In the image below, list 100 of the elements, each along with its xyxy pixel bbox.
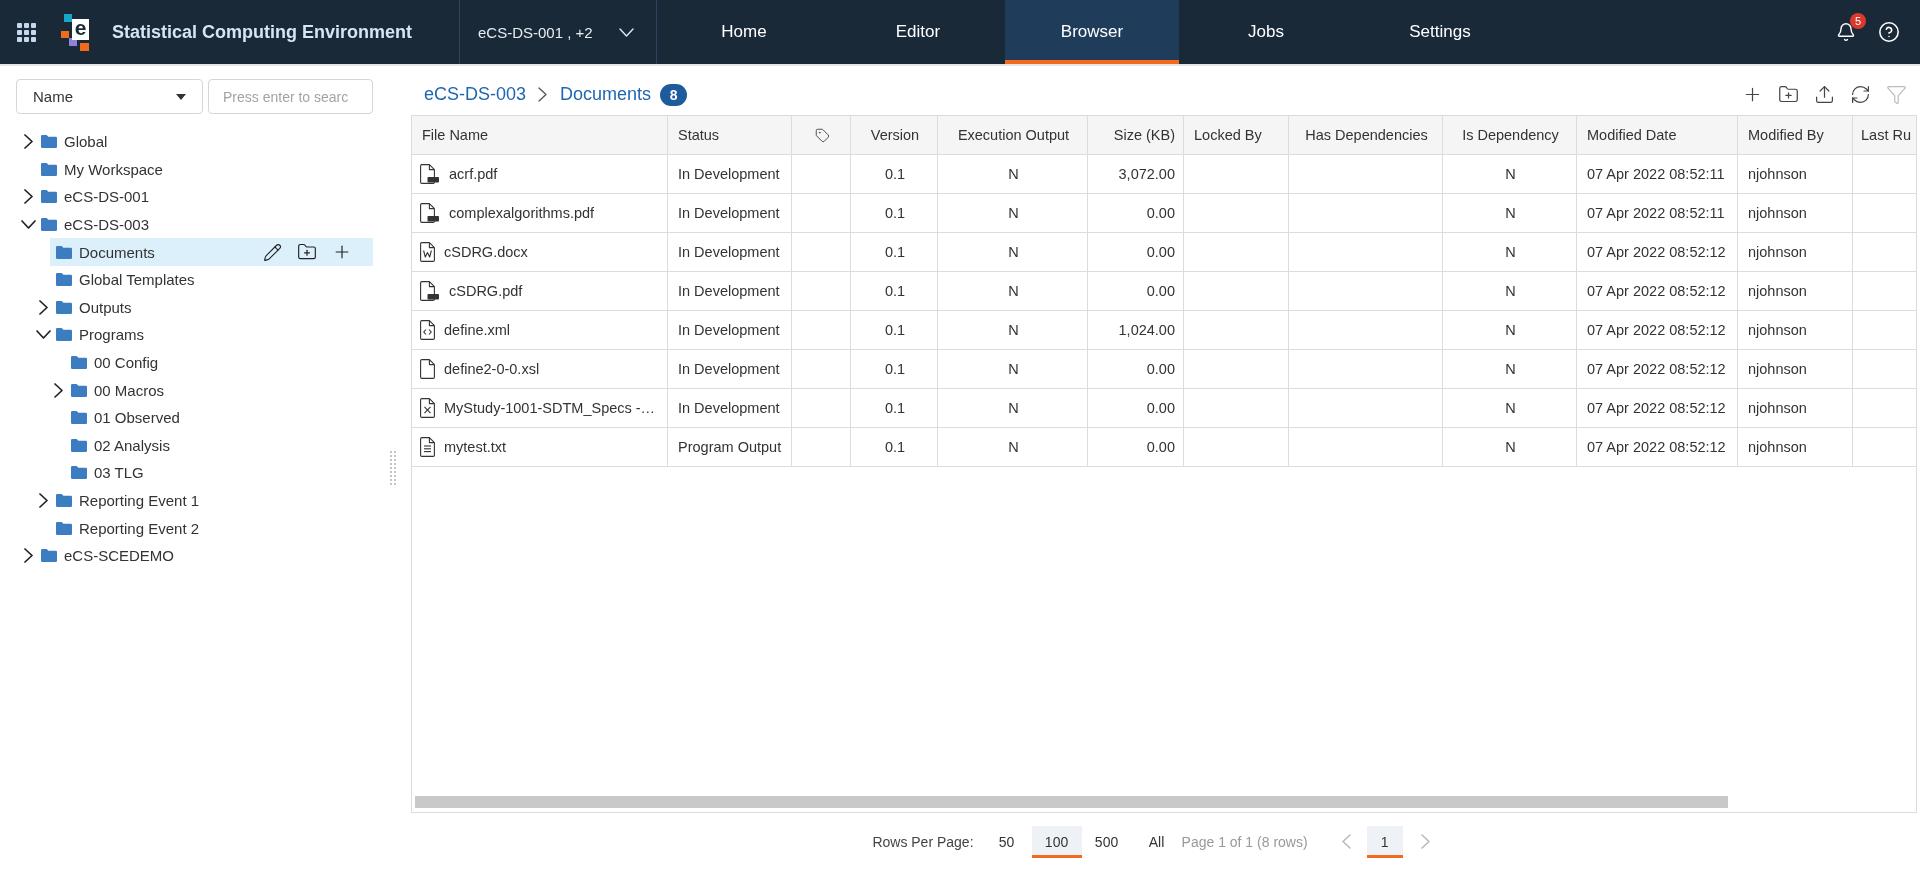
folder-icon (41, 135, 57, 149)
tree-item[interactable]: 01 Observed (65, 403, 373, 432)
column-header[interactable]: Execution Output (938, 116, 1088, 155)
refresh-icon[interactable] (1850, 84, 1871, 105)
tree-item[interactable]: Reporting Event 1 (50, 486, 373, 515)
rows-per-page-label: Rows Per Page: (872, 833, 974, 850)
table-cell: 0.1 (851, 155, 938, 194)
help-icon[interactable] (1878, 21, 1900, 43)
table-cell: In Development (668, 389, 792, 428)
tree-item[interactable]: Global (35, 128, 373, 156)
table-cell: njohnson (1738, 233, 1853, 272)
page-button[interactable]: 1 (1366, 825, 1403, 858)
search-field[interactable]: Press enter to searc (208, 79, 373, 114)
table-cell: N (1443, 272, 1577, 311)
column-header[interactable]: Modified By (1738, 116, 1853, 155)
table-cell: In Development (668, 272, 792, 311)
column-header[interactable]: Modified Date (1577, 116, 1738, 155)
breadcrumb-current[interactable]: Documents (560, 84, 652, 105)
nav-tab[interactable]: Home (657, 0, 831, 64)
file-code-icon (420, 320, 435, 340)
table-cell: njohnson (1738, 428, 1853, 467)
column-header[interactable]: Status (668, 116, 792, 155)
file-name[interactable]: cSDRG.pdf (449, 283, 523, 299)
file-name[interactable]: cSDRG.docx (444, 244, 528, 260)
table-cell: N (1443, 311, 1577, 350)
tag-icon (814, 127, 830, 143)
file-name[interactable]: mytest.txt (444, 439, 507, 455)
column-header[interactable]: Has Dependencies (1289, 116, 1443, 155)
chevron-right-icon[interactable] (23, 134, 33, 150)
page-size-option[interactable]: All (1131, 825, 1182, 858)
tree-item[interactable]: Reporting Event 2 (50, 514, 373, 542)
breadcrumb-link[interactable]: eCS-DS-003 (424, 84, 527, 105)
table-cell: 07 Apr 2022 08:52:12 (1577, 428, 1738, 467)
nav-tab[interactable]: Jobs (1179, 0, 1353, 64)
column-header[interactable]: File Name (412, 116, 668, 155)
chevron-right-icon[interactable] (53, 382, 63, 398)
column-header[interactable]: Last Ru (1853, 116, 1916, 155)
tree-item[interactable]: Programs (50, 321, 373, 349)
table-cell: 0.1 (851, 389, 938, 428)
file-name[interactable]: define2-0-0.xsl (444, 361, 540, 377)
tree-item[interactable]: 03 TLG (65, 459, 373, 487)
pencil-icon[interactable] (263, 242, 282, 262)
nav-tab[interactable]: Browser (1005, 0, 1179, 64)
tree-item[interactable]: Global Templates (50, 265, 373, 294)
chevron-right-icon[interactable] (38, 299, 48, 315)
table-cell: njohnson (1738, 350, 1853, 389)
sort-select[interactable]: Name (16, 79, 203, 114)
chevron-right-icon[interactable] (23, 189, 33, 205)
table-cell: N (1443, 194, 1577, 233)
chevron-right-icon[interactable] (38, 493, 48, 508)
page-size-option[interactable]: 50 (981, 825, 1032, 858)
page-size-option[interactable]: 100 (1031, 825, 1082, 858)
tree-item[interactable]: Documents (50, 238, 373, 266)
table-cell: N (938, 194, 1088, 233)
tree-item[interactable]: 02 Analysis (65, 431, 373, 460)
column-header[interactable]: Is Dependency (1443, 116, 1577, 155)
table-cell: N (938, 428, 1088, 467)
table-cell: N (1443, 155, 1577, 194)
table-cell: 07 Apr 2022 08:52:12 (1577, 272, 1738, 311)
table-cell: In Development (668, 311, 792, 350)
nav-tab[interactable]: Settings (1353, 0, 1527, 64)
column-header[interactable]: Version (851, 116, 938, 155)
nav-tab[interactable]: Editor (831, 0, 1005, 64)
tree-item[interactable]: 00 Macros (65, 376, 373, 404)
chevron-right-icon[interactable] (23, 548, 33, 564)
tree-item[interactable]: My Workspace (35, 155, 373, 184)
tree-item[interactable]: eCS-SCEDEMO (35, 541, 373, 570)
table-cell (792, 428, 851, 467)
horizontal-scrollbar[interactable] (415, 796, 1728, 808)
table-cell: 07 Apr 2022 08:52:11 (1577, 194, 1738, 233)
page-size-option[interactable]: 500 (1081, 825, 1132, 858)
file-name[interactable]: acrf.pdf (449, 166, 498, 182)
project-selector[interactable]: eCS-DS-001 , +2 (459, 0, 657, 64)
chevron-right-icon (538, 87, 548, 102)
file-name[interactable]: define.xml (444, 322, 511, 338)
column-header[interactable]: Locked By (1184, 116, 1289, 155)
tree-item[interactable]: eCS-DS-001 (35, 183, 373, 211)
tree-item[interactable]: Outputs (50, 293, 373, 322)
folder-icon (71, 411, 87, 425)
upload-icon[interactable] (1814, 84, 1835, 105)
chevron-down-icon[interactable] (20, 220, 36, 230)
chevron-down-icon[interactable] (35, 330, 51, 340)
count-badge: 8 (660, 83, 688, 106)
drag-handle[interactable] (390, 449, 396, 487)
table-cell: njohnson (1738, 311, 1853, 350)
apps-grid-icon[interactable] (17, 22, 36, 42)
bell-icon[interactable] (1836, 22, 1856, 42)
tree-item[interactable]: eCS-DS-003 (35, 210, 373, 239)
table-cell (792, 233, 851, 272)
app-title: Statistical Computing Environment (112, 21, 413, 43)
table-cell: 1,024.00 (1088, 311, 1184, 350)
folder-icon (71, 466, 87, 480)
table-cell: N (1443, 350, 1577, 389)
file-name[interactable]: MyStudy-1001-SDTM_Specs -… (444, 400, 656, 416)
tree-item[interactable]: 00 Config (65, 348, 373, 377)
folder-icon (41, 218, 57, 232)
folder-plus-icon[interactable] (1778, 84, 1799, 105)
table-cell: 07 Apr 2022 08:52:12 (1577, 389, 1738, 428)
column-header[interactable]: Size (KB) (1088, 116, 1184, 155)
file-name[interactable]: complexalgorithms.pdf (449, 205, 595, 221)
